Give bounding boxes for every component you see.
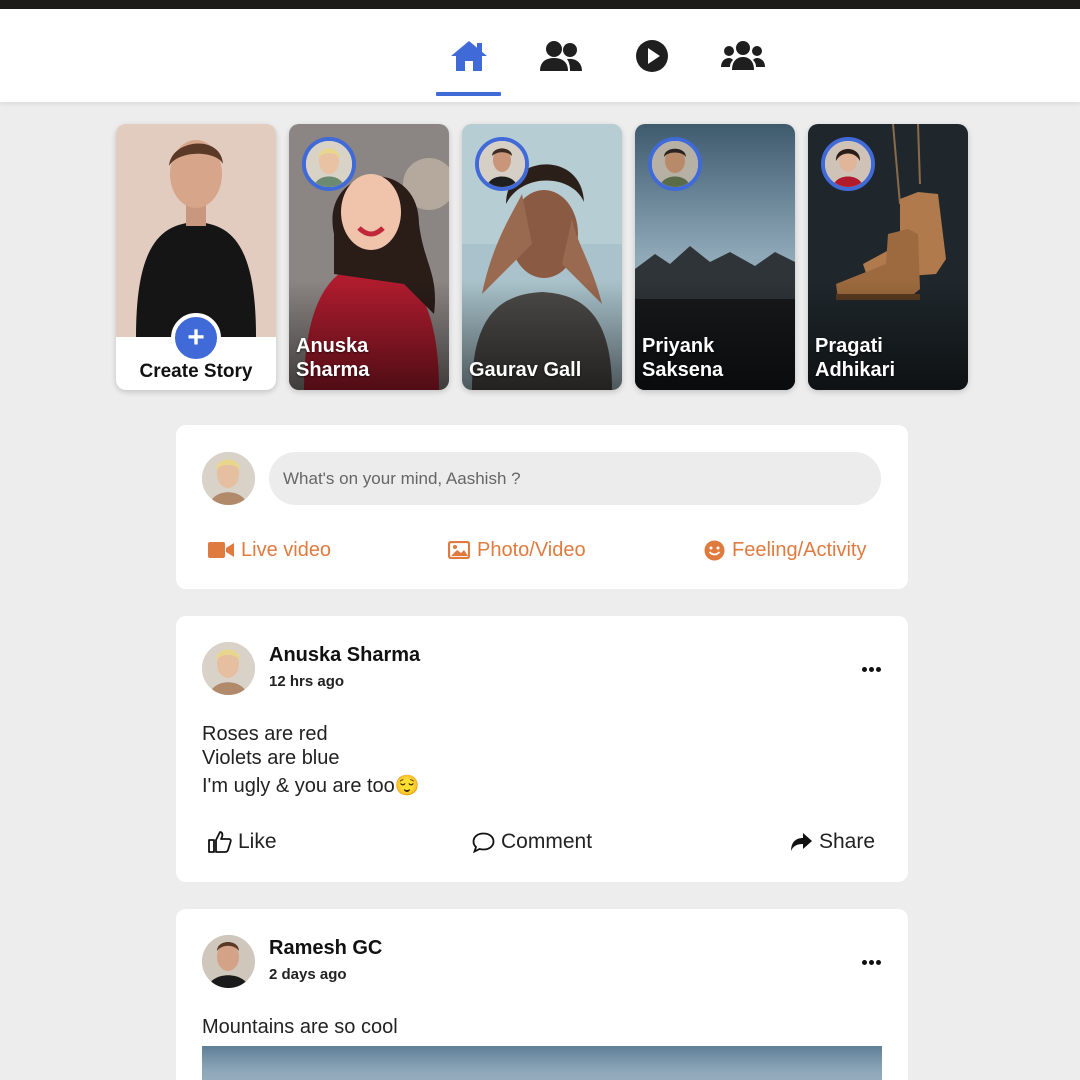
post-composer: What's on your mind, Aashish ? Live vide… xyxy=(176,425,908,589)
story-card[interactable]: Priyank Saksena xyxy=(635,124,795,390)
nav-friends-tab[interactable] xyxy=(530,9,592,102)
photo-video-button[interactable]: Photo/Video xyxy=(448,537,586,563)
add-story-icon[interactable]: + xyxy=(171,313,221,363)
post-author-name[interactable]: Ramesh GC xyxy=(269,937,382,960)
post-line: I'm ugly & you are too😌 xyxy=(202,775,420,797)
active-tab-indicator xyxy=(436,92,501,96)
post-reactions-bar: Like Comment Share xyxy=(176,830,908,856)
comment-label: Comment xyxy=(501,830,593,853)
story-name: Gaurav Gall xyxy=(469,359,582,381)
nav-home-tab[interactable] xyxy=(436,9,501,102)
post-line: Mountains are so cool xyxy=(202,1016,398,1038)
live-video-button[interactable]: Live video xyxy=(208,537,331,563)
story-card[interactable]: Pragati Adhikari xyxy=(808,124,968,390)
post-line: Roses are red xyxy=(202,723,328,745)
story-avatar xyxy=(821,137,875,191)
story-card[interactable]: Gaurav Gall xyxy=(462,124,622,390)
comment-icon xyxy=(472,832,495,853)
nav-watch-tab[interactable] xyxy=(622,9,682,102)
story-avatar xyxy=(302,137,356,191)
story-avatar xyxy=(475,137,529,191)
post-timestamp: 12 hrs ago xyxy=(269,673,345,690)
window-top-bar xyxy=(0,0,1080,9)
smiley-icon xyxy=(704,540,725,560)
post-text: Roses are red Violets are blue I'm ugly … xyxy=(202,722,420,798)
image-icon xyxy=(448,541,470,559)
photo-video-label: Photo/Video xyxy=(477,538,586,561)
like-label: Like xyxy=(238,830,277,853)
whats-on-your-mind-input[interactable]: What's on your mind, Aashish ? xyxy=(269,452,881,505)
story-name: Anuska Sharma xyxy=(296,335,370,381)
post-timestamp: 2 days ago xyxy=(269,966,347,983)
create-story-card[interactable]: + Create Story xyxy=(116,124,276,390)
post-text: Mountains are so cool xyxy=(202,1015,398,1039)
share-button[interactable]: Share xyxy=(790,830,875,854)
top-navigation xyxy=(0,9,1080,102)
friends-icon xyxy=(540,40,582,71)
thumbs-up-icon xyxy=(208,831,232,853)
like-button[interactable]: Like xyxy=(208,830,277,854)
story-card[interactable]: Anuska Sharma xyxy=(289,124,449,390)
video-camera-icon xyxy=(208,542,234,558)
live-video-label: Live video xyxy=(241,538,332,561)
post-author-avatar[interactable] xyxy=(202,642,255,695)
more-options-icon[interactable] xyxy=(860,953,882,971)
story-avatar xyxy=(648,137,702,191)
more-options-icon[interactable] xyxy=(860,660,882,678)
create-story-photo xyxy=(116,124,276,337)
comment-button[interactable]: Comment xyxy=(472,830,592,854)
home-icon xyxy=(450,40,487,71)
groups-icon xyxy=(721,40,765,70)
feed-post: Anuska Sharma 12 hrs ago Roses are red V… xyxy=(176,616,908,882)
feeling-activity-button[interactable]: Feeling/Activity xyxy=(704,537,867,563)
user-avatar[interactable] xyxy=(202,452,255,505)
share-arrow-icon xyxy=(791,833,812,851)
post-author-avatar[interactable] xyxy=(202,935,255,988)
feeling-activity-label: Feeling/Activity xyxy=(732,538,867,561)
feed-post: Ramesh GC 2 days ago Mountains are so co… xyxy=(176,909,908,1080)
create-story-label: Create Story xyxy=(139,361,253,382)
post-line: Violets are blue xyxy=(202,747,340,769)
story-name: Priyank Saksena xyxy=(642,335,724,381)
share-label: Share xyxy=(819,830,876,853)
post-author-name[interactable]: Anuska Sharma xyxy=(269,644,420,667)
play-icon xyxy=(636,39,668,72)
nav-groups-tab[interactable] xyxy=(712,9,774,102)
post-image[interactable] xyxy=(202,1046,882,1080)
story-name: Pragati Adhikari xyxy=(815,335,896,381)
